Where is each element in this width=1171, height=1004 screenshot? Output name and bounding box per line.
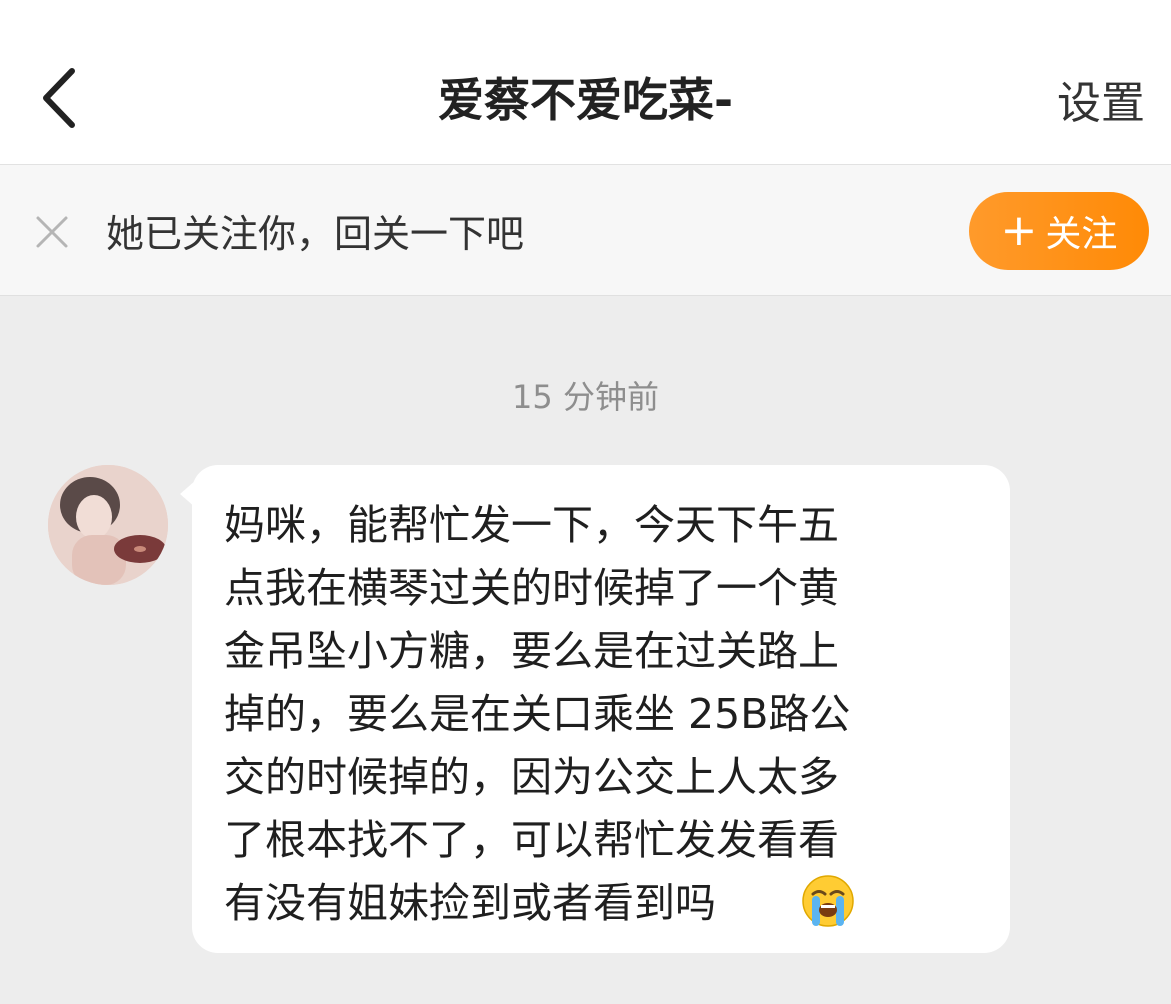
follow-button[interactable]: + 关注: [969, 192, 1149, 270]
top-nav-bar: [0, 0, 1171, 165]
settings-button[interactable]: 设置: [1057, 74, 1145, 134]
back-button[interactable]: [28, 62, 88, 134]
message-line: 点我在横琴过关的时候掉了一个黄: [224, 564, 839, 612]
message-line: 掉的，要么是在关口乘坐 25B路公: [224, 690, 851, 738]
message-line: 妈咪，能帮忙发一下，今天下午五: [224, 501, 839, 549]
message-line: 交的时候掉的，因为公交上人太多: [224, 753, 839, 801]
message-line: 了根本找不了，可以帮忙发发看看: [224, 816, 839, 864]
loudly-crying-face-icon: [802, 875, 854, 927]
avatar-image: [48, 465, 168, 585]
avatar[interactable]: [48, 465, 168, 585]
follow-button-label: 关注: [1045, 214, 1118, 255]
message-line: 有没有姐妹捡到或者看到吗: [224, 879, 716, 927]
dismiss-button[interactable]: [30, 210, 74, 254]
plus-icon: +: [1000, 205, 1038, 256]
chevron-left-icon: [43, 68, 75, 128]
follow-back-prompt: 她已关注你，回关一下吧: [106, 212, 525, 256]
message-timestamp: 15 分钟前: [512, 378, 659, 416]
message-line: 金吊坠小方糖，要么是在过关路上: [224, 627, 839, 675]
close-icon: [36, 216, 68, 248]
